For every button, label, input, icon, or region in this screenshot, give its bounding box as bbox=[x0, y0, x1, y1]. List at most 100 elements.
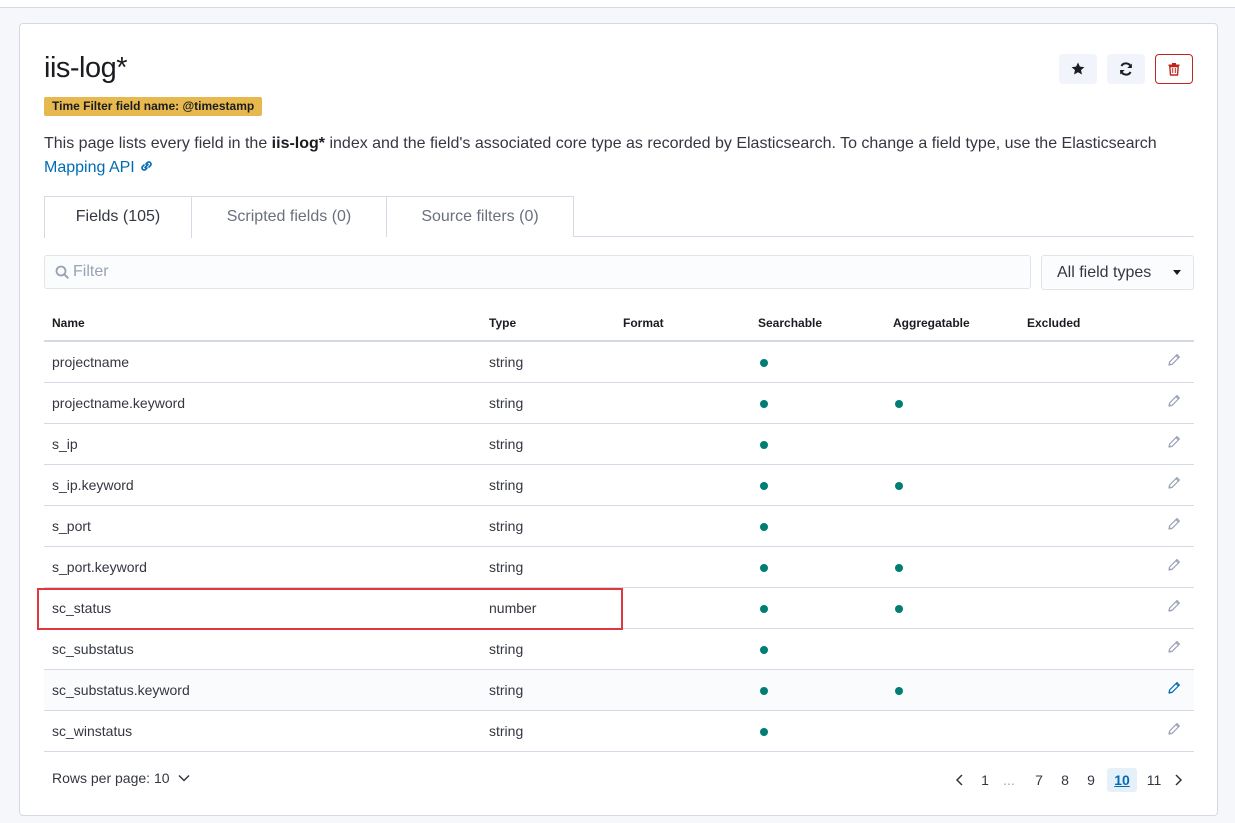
desc-text-2: index and the field's associated core ty… bbox=[325, 135, 1157, 152]
field-type: string bbox=[481, 546, 615, 588]
edit-field-button[interactable] bbox=[1114, 505, 1194, 547]
edit-field-button[interactable] bbox=[1114, 669, 1194, 711]
edit-field-button[interactable] bbox=[1114, 710, 1194, 752]
search-icon bbox=[55, 265, 70, 280]
pencil-icon bbox=[1168, 518, 1180, 530]
field-format bbox=[615, 423, 750, 465]
field-name: sc_substatus bbox=[44, 628, 481, 670]
rows-per-page-label: Rows per page: 10 bbox=[52, 770, 170, 786]
refresh-icon bbox=[1120, 62, 1132, 76]
field-type: string bbox=[481, 628, 615, 670]
field-name: sc_status bbox=[44, 587, 481, 629]
time-filter-badge: Time Filter field name: @timestamp bbox=[44, 97, 263, 116]
field-aggregatable bbox=[885, 341, 1019, 383]
edit-field-button[interactable] bbox=[1114, 546, 1194, 588]
page-7[interactable]: 7 bbox=[1030, 768, 1048, 792]
tab-fields[interactable]: Fields (105) bbox=[44, 196, 192, 238]
filter-input[interactable]: Filter bbox=[44, 255, 1031, 289]
edit-field-button[interactable] bbox=[1114, 423, 1194, 465]
field-format bbox=[615, 382, 750, 424]
tab-source-filters[interactable]: Source filters (0) bbox=[386, 196, 574, 237]
field-name: projectname.keyword bbox=[44, 382, 481, 424]
field-type: string bbox=[481, 423, 615, 465]
mapping-api-link[interactable]: Mapping API bbox=[44, 159, 154, 176]
field-name: s_port.keyword bbox=[44, 546, 481, 588]
previous-page-button[interactable] bbox=[952, 768, 968, 792]
check-dot bbox=[760, 727, 768, 736]
star-icon bbox=[1071, 62, 1085, 75]
edit-field-button[interactable] bbox=[1114, 341, 1194, 383]
field-type-value: All field types bbox=[1057, 264, 1152, 281]
tab-bar: Fields (105) Scripted fields (0) Source … bbox=[44, 196, 1194, 238]
edit-field-button[interactable] bbox=[1114, 382, 1194, 424]
table-row: projectname.keyword string bbox=[44, 382, 1194, 424]
table-row: s_port string bbox=[44, 505, 1194, 547]
field-searchable bbox=[750, 546, 885, 588]
column-actions bbox=[1114, 305, 1194, 342]
page-11[interactable]: 11 bbox=[1145, 768, 1163, 792]
check-dot bbox=[895, 604, 903, 613]
field-excluded bbox=[1019, 382, 1114, 424]
field-aggregatable bbox=[885, 546, 1019, 588]
next-page-button[interactable] bbox=[1170, 768, 1186, 792]
field-type: string bbox=[481, 505, 615, 547]
field-name: sc_winstatus bbox=[44, 710, 481, 752]
edit-field-button[interactable] bbox=[1114, 464, 1194, 506]
delete-index-pattern-button[interactable] bbox=[1155, 54, 1193, 84]
table-header: Name Type Format Searchable Aggregatable… bbox=[44, 305, 1194, 342]
check-dot bbox=[760, 604, 768, 613]
column-searchable[interactable]: Searchable bbox=[750, 305, 885, 342]
pencil-icon bbox=[1168, 682, 1180, 694]
table-row: s_port.keyword string bbox=[44, 546, 1194, 588]
check-dot bbox=[760, 686, 768, 695]
field-searchable bbox=[750, 505, 885, 547]
column-aggregatable[interactable]: Aggregatable bbox=[885, 305, 1019, 342]
column-name[interactable]: Name bbox=[44, 305, 481, 342]
set-default-button[interactable] bbox=[1059, 54, 1097, 84]
link-icon bbox=[141, 161, 152, 171]
field-name: sc_substatus.keyword bbox=[44, 669, 481, 711]
page-9[interactable]: 9 bbox=[1082, 768, 1100, 792]
field-aggregatable bbox=[885, 423, 1019, 465]
page-description: This page lists every field in the iis-l… bbox=[44, 132, 1174, 180]
field-type-select[interactable]: All field types bbox=[1041, 255, 1194, 290]
check-dot bbox=[760, 358, 768, 367]
pencil-icon bbox=[1168, 395, 1180, 407]
field-searchable bbox=[750, 341, 885, 383]
edit-field-button[interactable] bbox=[1114, 587, 1194, 629]
field-excluded bbox=[1019, 546, 1114, 588]
page-title: iis-log* bbox=[44, 52, 128, 84]
field-aggregatable bbox=[885, 464, 1019, 506]
check-dot bbox=[760, 481, 768, 490]
page-1[interactable]: 1 bbox=[976, 768, 994, 792]
check-dot bbox=[895, 399, 903, 408]
field-excluded bbox=[1019, 505, 1114, 547]
chevron-right-icon bbox=[1175, 774, 1183, 786]
field-format bbox=[615, 628, 750, 670]
field-type: string bbox=[481, 382, 615, 424]
field-searchable bbox=[750, 710, 885, 752]
column-excluded[interactable]: Excluded bbox=[1019, 305, 1114, 342]
top-bar bbox=[0, 0, 1235, 8]
page-10[interactable]: 10 bbox=[1107, 768, 1137, 792]
column-format[interactable]: Format bbox=[615, 305, 750, 342]
table-row: sc_status number bbox=[44, 587, 1194, 629]
rows-per-page-button[interactable]: Rows per page: 10 bbox=[52, 770, 191, 786]
edit-field-button[interactable] bbox=[1114, 628, 1194, 670]
check-dot bbox=[760, 645, 768, 654]
refresh-fields-button[interactable] bbox=[1107, 54, 1145, 84]
column-type[interactable]: Type bbox=[481, 305, 615, 342]
check-dot bbox=[895, 686, 903, 695]
tab-scripted-fields[interactable]: Scripted fields (0) bbox=[191, 196, 387, 237]
field-format bbox=[615, 710, 750, 752]
field-searchable bbox=[750, 587, 885, 629]
field-aggregatable bbox=[885, 628, 1019, 670]
pencil-icon bbox=[1168, 600, 1180, 612]
page-8[interactable]: 8 bbox=[1056, 768, 1074, 792]
pencil-icon bbox=[1168, 354, 1180, 366]
check-dot bbox=[760, 399, 768, 408]
field-type: string bbox=[481, 464, 615, 506]
table-row: projectname string bbox=[44, 341, 1194, 383]
pencil-icon bbox=[1168, 559, 1180, 571]
field-excluded bbox=[1019, 710, 1114, 752]
